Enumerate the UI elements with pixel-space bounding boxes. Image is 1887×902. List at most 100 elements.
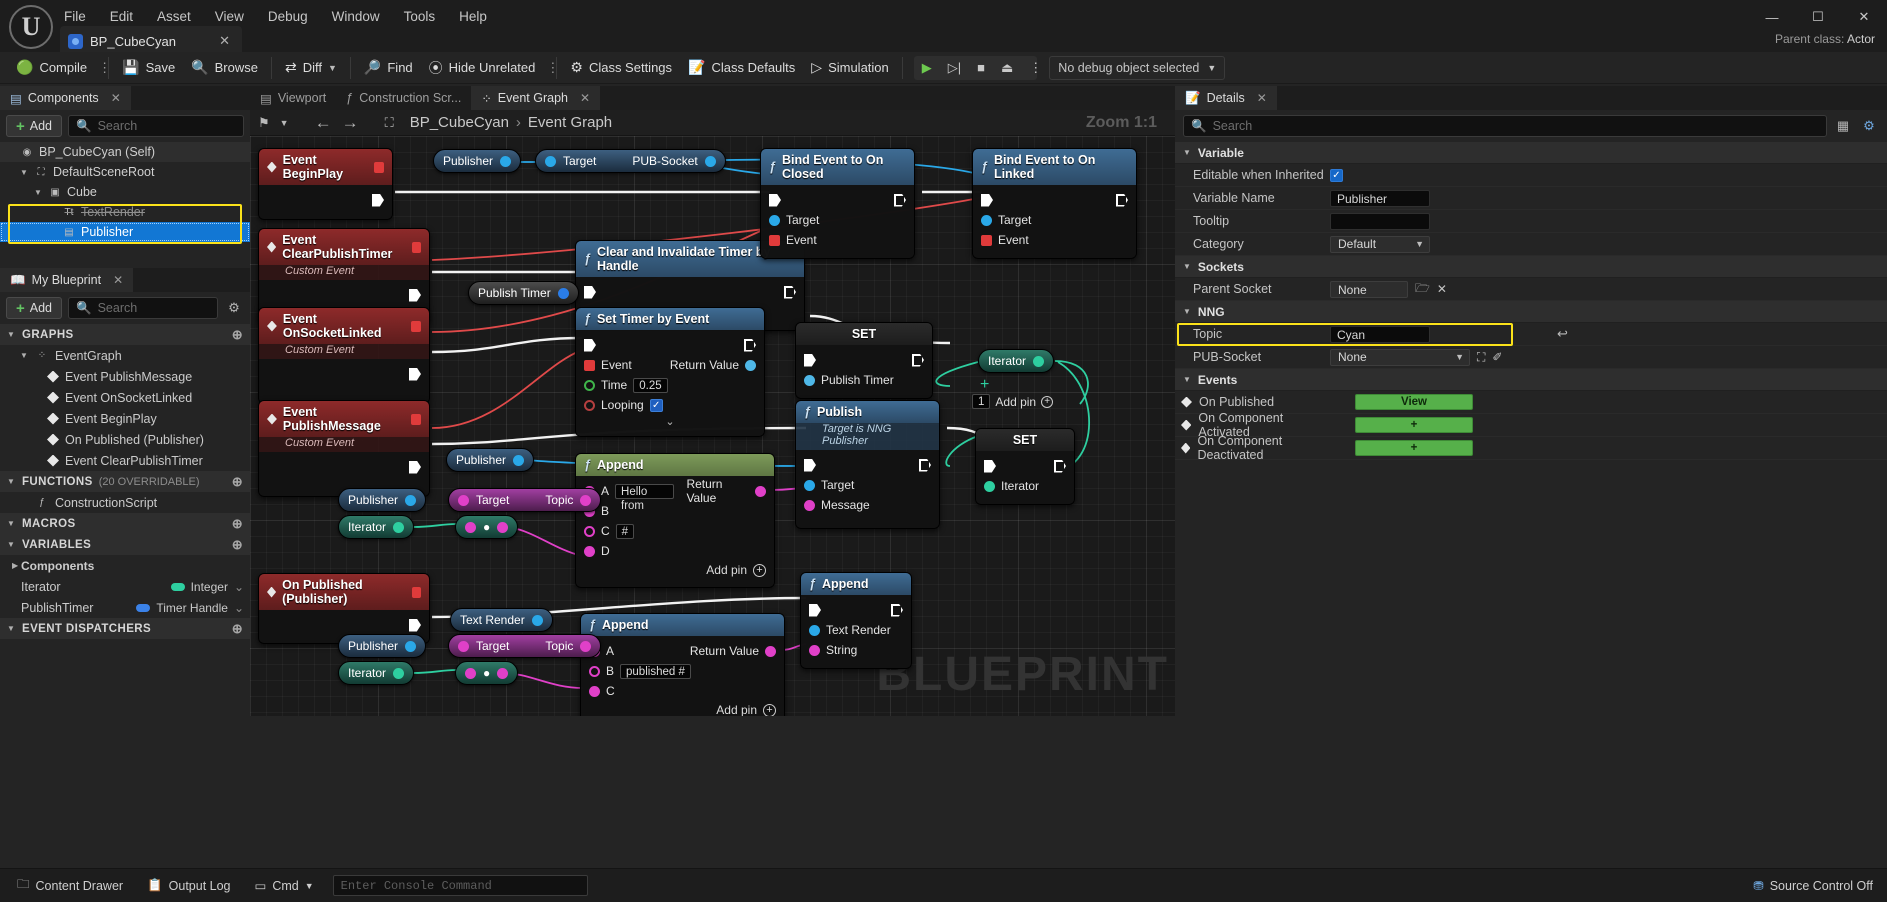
- component-tree-item-cube[interactable]: ▼ ▣ Cube: [0, 182, 250, 202]
- graph-node-append-main[interactable]: ƒ Append A Hello from Return Value B C # D Add pi…: [575, 453, 775, 588]
- variable-type[interactable]: Timer Handle ⌄: [136, 601, 250, 615]
- graph-node-append-textrender[interactable]: ƒ Append Text Render String: [800, 572, 912, 669]
- node-pin-return-value[interactable]: [755, 485, 766, 497]
- node-pin-target[interactable]: [804, 479, 815, 491]
- components-add-button[interactable]: + Add: [6, 115, 63, 137]
- menu-item-file[interactable]: File: [52, 5, 98, 28]
- node-pin-exec[interactable]: [981, 193, 993, 207]
- add-pin-widget[interactable]: +: [980, 376, 989, 394]
- node-pin-exec[interactable]: [1054, 459, 1066, 473]
- graph-node-publishmessage-ev[interactable]: Event PublishMessage Custom Event: [258, 400, 430, 497]
- graph-tab-construction-scr[interactable]: ƒ Construction Scr...: [336, 86, 472, 110]
- save-button[interactable]: 💾 Save: [114, 52, 183, 84]
- graph-node-publish-node[interactable]: ƒ Publish Target is NNG Publisher Target Mes…: [795, 400, 940, 529]
- my-blueprint-item-eventgraph[interactable]: ▼ ⁘ EventGraph: [0, 345, 250, 366]
- my-blueprint-section-variables[interactable]: ▼ VARIABLES ⊕: [0, 534, 250, 555]
- node-pin-exec[interactable]: [409, 367, 421, 381]
- graph-bubble-b-publisher-2[interactable]: Publisher: [446, 448, 535, 472]
- grid-view-icon[interactable]: ▦: [1833, 116, 1853, 136]
- pin-value-input[interactable]: #: [615, 523, 635, 539]
- graph-bubble-b-iterator-dot[interactable]: ●: [455, 515, 519, 539]
- pin-value-input[interactable]: Hello from: [615, 483, 675, 512]
- node-pin-return-value[interactable]: [745, 359, 756, 371]
- menu-item-tools[interactable]: Tools: [392, 5, 448, 28]
- node-pin-exec[interactable]: [891, 603, 903, 617]
- node-pin-event-out[interactable]: [411, 586, 421, 598]
- component-tree-item-publisher[interactable]: ▤ Publisher: [0, 222, 250, 242]
- graph-bubble-b-publish-timer[interactable]: Publish Timer: [468, 281, 579, 305]
- compile-button[interactable]: 🟢 Compile: [8, 52, 95, 84]
- event-view-button[interactable]: View: [1355, 394, 1473, 410]
- tab-details[interactable]: 📝 Details ✕: [1175, 86, 1277, 110]
- node-pin-d[interactable]: [584, 545, 595, 557]
- bubble-pin-in[interactable]: [545, 155, 556, 167]
- debug-object-selector[interactable]: No debug object selected ▼: [1049, 55, 1226, 80]
- node-pin-event[interactable]: [769, 234, 780, 246]
- node-pin-exec[interactable]: [409, 618, 421, 632]
- node-pin-event-out[interactable]: [411, 241, 421, 253]
- bookmark-icon[interactable]: ⚑: [258, 115, 270, 131]
- graph-node-onsocketlinked-ev[interactable]: Event OnSocketLinked Custom Event: [258, 307, 430, 404]
- node-pin-event[interactable]: [584, 359, 595, 371]
- my-blueprint-item-event-onsocketlinked[interactable]: Event OnSocketLinked: [0, 387, 250, 408]
- node-pin-exec[interactable]: [584, 285, 596, 299]
- graph-bubble-b-publisher-1[interactable]: Publisher: [433, 149, 522, 173]
- node-pin-event-out[interactable]: [411, 413, 421, 425]
- browse-button[interactable]: 🔍 Browse: [183, 52, 266, 84]
- category-expand-arrow-icon[interactable]: ▼: [1183, 262, 1191, 271]
- compile-options-kebab-icon[interactable]: ⋮: [95, 61, 111, 74]
- hide-unrelated-button[interactable]: ⦿ Hide Unrelated: [421, 52, 544, 84]
- details-category-events[interactable]: ▼ Events: [1175, 369, 1887, 391]
- add-pin-row[interactable]: 1 Add pin +: [972, 394, 1054, 409]
- category-expand-arrow-icon[interactable]: ▼: [1183, 148, 1191, 157]
- graph-tab-viewport[interactable]: ▤ Viewport: [250, 86, 337, 110]
- node-pin-exec[interactable]: [744, 338, 756, 352]
- section-expand-arrow-icon[interactable]: ▼: [7, 540, 16, 549]
- node-pin-exec[interactable]: [372, 193, 384, 207]
- details-row-parent-socket[interactable]: Parent Socket None 🗁 ✕: [1175, 278, 1887, 301]
- node-pin-target[interactable]: [769, 214, 780, 226]
- graph-bubble-b-target-pub[interactable]: Target PUB-Socket: [535, 149, 726, 173]
- tab-components[interactable]: ▤ Components ✕: [0, 86, 131, 110]
- details-category-nng[interactable]: ▼ NNG: [1175, 301, 1887, 323]
- details-row-editable-when-inherited[interactable]: Editable when Inherited ✓: [1175, 164, 1887, 187]
- section-expand-arrow-icon[interactable]: ▼: [7, 519, 16, 528]
- combo-box[interactable]: None ▼: [1330, 348, 1470, 366]
- node-pin-exec[interactable]: [919, 458, 931, 472]
- chevron-down-icon[interactable]: ⌄: [234, 580, 244, 594]
- graph-bubble-b-textrender[interactable]: Text Render: [450, 608, 553, 632]
- graph-bubble-b-iterator-dot2[interactable]: ●: [455, 661, 519, 685]
- bubble-pin-in[interactable]: [458, 494, 469, 506]
- node-expand-chevron-icon[interactable]: ⌄: [576, 415, 764, 428]
- details-row-variable-name[interactable]: Variable Name Publisher: [1175, 187, 1887, 210]
- nav-back-button[interactable]: ←: [315, 113, 332, 133]
- details-row-pub-socket[interactable]: PUB-Socket None ▼ ⛶ ✐: [1175, 346, 1887, 369]
- bubble-pin-in[interactable]: [458, 640, 469, 652]
- variable-row-components[interactable]: ▶ Components: [0, 555, 250, 576]
- bubble-pin-out[interactable]: [704, 155, 716, 167]
- section-add-icon[interactable]: ⊕: [232, 537, 243, 553]
- graph-bubble-b-iterator-2[interactable]: Iterator: [338, 661, 415, 685]
- combo-box[interactable]: Default ▼: [1330, 235, 1430, 253]
- maximize-button[interactable]: ☐: [1795, 0, 1841, 34]
- find-button[interactable]: 🔎 Find: [356, 52, 421, 84]
- my-blueprint-section-event dispatchers[interactable]: ▼ EVENT DISPATCHERS ⊕: [0, 618, 250, 639]
- gear-icon[interactable]: ⚙: [1859, 116, 1879, 136]
- my-blueprint-search-input[interactable]: 🔍 Search: [68, 297, 218, 319]
- node-pin-target[interactable]: [981, 214, 992, 226]
- details-row-topic[interactable]: Topic Cyan ↩: [1175, 323, 1887, 346]
- component-tree-item-textrender[interactable]: Tt TextRender: [0, 202, 250, 222]
- close-button[interactable]: ✕: [1841, 0, 1887, 34]
- node-pin-exec[interactable]: [894, 193, 906, 207]
- my-blueprint-section-functions[interactable]: ▼ FUNCTIONS (20 OVERRIDABLE) ⊕: [0, 471, 250, 492]
- console-command-input[interactable]: Enter Console Command: [332, 875, 588, 896]
- bubble-pin-out[interactable]: [531, 614, 543, 626]
- text-input[interactable]: Cyan: [1330, 325, 1430, 343]
- menu-item-asset[interactable]: Asset: [145, 5, 203, 28]
- variable-type[interactable]: Integer ⌄: [170, 580, 250, 594]
- stop-button[interactable]: ■: [969, 60, 993, 75]
- graph-home-icon[interactable]: ⛶: [385, 115, 394, 131]
- node-pin-exec[interactable]: [804, 458, 816, 472]
- my-blueprint-tab-close-icon[interactable]: ✕: [113, 273, 123, 287]
- node-pin-exec[interactable]: [584, 338, 596, 352]
